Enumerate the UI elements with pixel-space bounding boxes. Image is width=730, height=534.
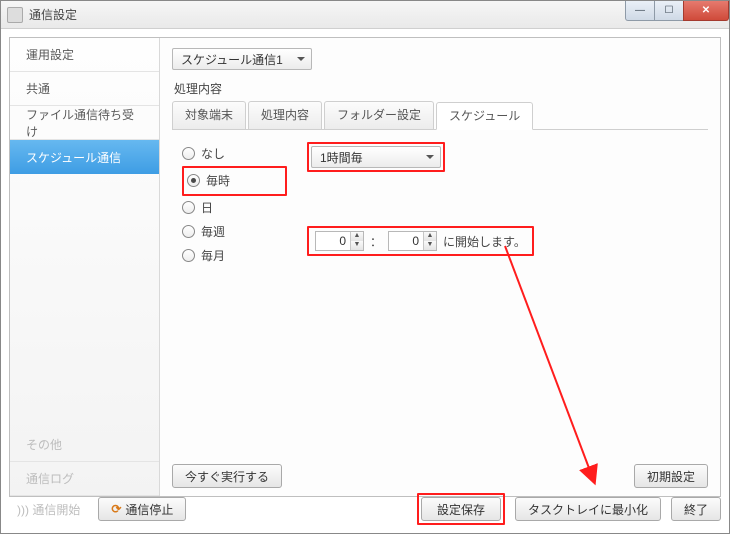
window-title: 通信設定 <box>29 6 77 23</box>
tab-label: 処理内容 <box>261 108 309 122</box>
time-colon: ： <box>370 233 382 250</box>
radio-label: 日 <box>201 199 277 216</box>
button-label: 初期設定 <box>647 468 695 485</box>
interval-select-value: 1時間毎 <box>320 149 363 166</box>
tab-label: 対象端末 <box>185 108 233 122</box>
tabs: 対象端末 処理内容 フォルダー設定 スケジュール <box>172 101 708 130</box>
sidebar-item-file-comm[interactable]: ファイル通信待ち受け <box>10 106 159 140</box>
button-label: 通信停止 <box>125 501 173 518</box>
schedule-radio-group: なし 毎時 日 <box>182 142 287 268</box>
button-label: 今すぐ実行する <box>185 468 269 485</box>
minute-input[interactable] <box>389 232 423 250</box>
tab-body-schedule: なし 毎時 日 <box>172 130 708 430</box>
titlebar: 通信設定 — ☐ ✕ <box>1 1 729 29</box>
radio-label: 毎週 <box>201 223 277 240</box>
sidebar-item-label: スケジュール通信 <box>26 149 121 166</box>
start-suffix: に開始します。 <box>443 233 526 250</box>
sidebar-item-label: ファイル通信待ち受け <box>26 106 143 140</box>
sidebar-spacer <box>10 174 159 428</box>
tab-label: フォルダー設定 <box>337 108 421 122</box>
stop-comm-button[interactable]: 通信停止 <box>98 497 186 521</box>
radio-icon <box>187 174 200 187</box>
sidebar-item-label: その他 <box>26 436 62 453</box>
run-now-button[interactable]: 今すぐ実行する <box>172 464 282 488</box>
radio-icon <box>182 225 195 238</box>
radio-hourly[interactable]: 毎時 <box>187 169 282 191</box>
start-comm-link: ))) 通信開始 <box>9 501 88 518</box>
sidebar: 運用設定 共通 ファイル通信待ち受け スケジュール通信 その他 通信ログ <box>10 38 160 496</box>
tab-folder-settings[interactable]: フォルダー設定 <box>324 101 434 129</box>
tab-label: スケジュール <box>449 109 520 123</box>
radio-weekly[interactable]: 毎週 <box>182 220 287 242</box>
client-area: 運用設定 共通 ファイル通信待ち受け スケジュール通信 その他 通信ログ スケジ… <box>1 29 729 533</box>
app-icon <box>7 7 23 23</box>
hour-input[interactable] <box>316 232 350 250</box>
minimize-to-tray-button[interactable]: タスクトレイに最小化 <box>515 497 661 521</box>
button-label: タスクトレイに最小化 <box>528 501 648 518</box>
radio-label: なし <box>201 145 277 162</box>
radio-none[interactable]: なし <box>182 142 287 164</box>
tab-target-terminal[interactable]: 対象端末 <box>172 101 246 129</box>
minute-spinner[interactable]: ▲▼ <box>388 231 437 251</box>
maximize-button[interactable]: ☐ <box>654 1 684 21</box>
radio-icon <box>182 147 195 160</box>
sidebar-item-comm-log[interactable]: 通信ログ <box>10 462 159 496</box>
sidebar-item-label: 共通 <box>26 80 50 97</box>
sidebar-item-common[interactable]: 共通 <box>10 72 159 106</box>
hour-spin-buttons[interactable]: ▲▼ <box>350 232 363 250</box>
tab-process-content[interactable]: 処理内容 <box>248 101 322 129</box>
exit-button[interactable]: 終了 <box>671 497 721 521</box>
radio-daily[interactable]: 日 <box>182 196 287 218</box>
sidebar-item-label: 通信ログ <box>26 470 74 487</box>
radio-label: 毎時 <box>206 172 282 189</box>
footer: ))) 通信開始 通信停止 設定保存 タスクトレイに最小化 終了 <box>9 493 721 525</box>
main-panel: 運用設定 共通 ファイル通信待ち受け スケジュール通信 その他 通信ログ スケジ… <box>9 37 721 497</box>
profile-select-value: スケジュール通信1 <box>181 51 283 68</box>
radio-icon <box>182 249 195 262</box>
schedule-detail-col: 1時間毎 ▲▼ ： <box>307 142 534 256</box>
content: スケジュール通信1 処理内容 対象端末 処理内容 フォルダー設定 スケジュール … <box>160 38 720 496</box>
sidebar-item-other[interactable]: その他 <box>10 428 159 462</box>
button-label: 終了 <box>684 501 708 518</box>
sidebar-item-operation[interactable]: 運用設定 <box>10 38 159 72</box>
profile-select[interactable]: スケジュール通信1 <box>172 48 312 70</box>
interval-select[interactable]: 1時間毎 <box>311 146 441 168</box>
minute-spin-buttons[interactable]: ▲▼ <box>423 232 436 250</box>
section-title: 処理内容 <box>174 80 708 97</box>
sidebar-item-label: 運用設定 <box>26 46 74 63</box>
sidebar-item-schedule-comm[interactable]: スケジュール通信 <box>10 140 159 174</box>
start-time-row: ▲▼ ： ▲▼ に開始します。 <box>315 231 526 251</box>
content-buttons: 今すぐ実行する 初期設定 <box>172 464 708 488</box>
minimize-button[interactable]: — <box>625 1 655 21</box>
defaults-button[interactable]: 初期設定 <box>634 464 708 488</box>
tab-schedule[interactable]: スケジュール <box>436 102 533 130</box>
save-settings-button[interactable]: 設定保存 <box>421 497 501 521</box>
hour-spinner[interactable]: ▲▼ <box>315 231 364 251</box>
window-controls: — ☐ ✕ <box>626 1 729 21</box>
radio-label: 毎月 <box>201 247 277 264</box>
radio-monthly[interactable]: 毎月 <box>182 244 287 266</box>
radio-icon <box>182 201 195 214</box>
close-button[interactable]: ✕ <box>683 1 729 21</box>
button-label: 設定保存 <box>437 501 485 518</box>
